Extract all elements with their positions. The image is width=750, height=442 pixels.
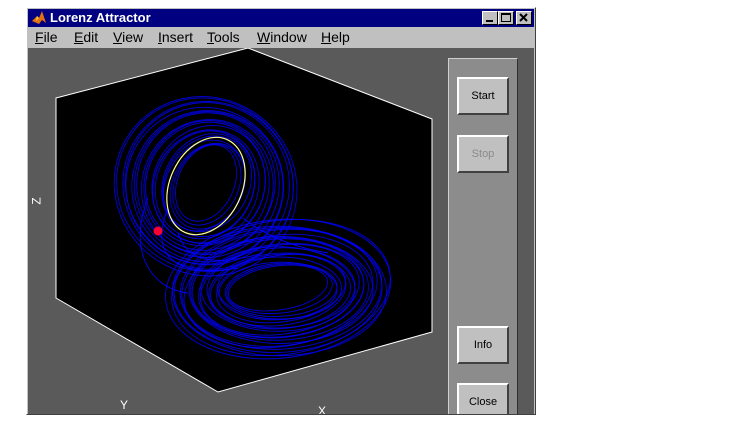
figure-canvas: Z Y X Start Stop Info Close <box>28 48 534 414</box>
lorenz-window: Lorenz Attractor File Edit View Insert T… <box>26 7 536 415</box>
control-panel: Start Stop Info Close <box>448 58 518 414</box>
menu-bar: File Edit View Insert Tools Window Help <box>28 28 534 47</box>
minimize-icon <box>486 20 493 22</box>
start-button[interactable]: Start <box>457 77 509 115</box>
menu-window[interactable]: Window <box>257 29 307 45</box>
maximize-icon <box>501 13 511 22</box>
close-button[interactable]: Close <box>457 383 509 414</box>
window-title: Lorenz Attractor <box>50 10 151 25</box>
stop-button[interactable]: Stop <box>457 135 509 173</box>
matlab-logo-icon <box>32 11 46 24</box>
z-axis-label: Z <box>29 197 44 205</box>
menu-view[interactable]: View <box>113 29 143 45</box>
info-button[interactable]: Info <box>457 326 509 364</box>
minimize-button[interactable] <box>482 11 498 25</box>
title-bar[interactable]: Lorenz Attractor <box>28 9 534 27</box>
plot-box-face <box>55 48 433 393</box>
menu-file[interactable]: File <box>35 29 58 45</box>
current-point-marker <box>153 226 163 236</box>
x-axis-label: X <box>318 404 327 414</box>
menu-edit[interactable]: Edit <box>74 29 98 45</box>
close-icon <box>519 13 528 22</box>
menu-tools[interactable]: Tools <box>207 29 240 45</box>
menu-insert[interactable]: Insert <box>158 29 193 45</box>
y-axis-label: Y <box>120 398 129 412</box>
maximize-button[interactable] <box>498 11 514 25</box>
menu-help[interactable]: Help <box>321 29 350 45</box>
close-window-button[interactable] <box>516 11 532 25</box>
